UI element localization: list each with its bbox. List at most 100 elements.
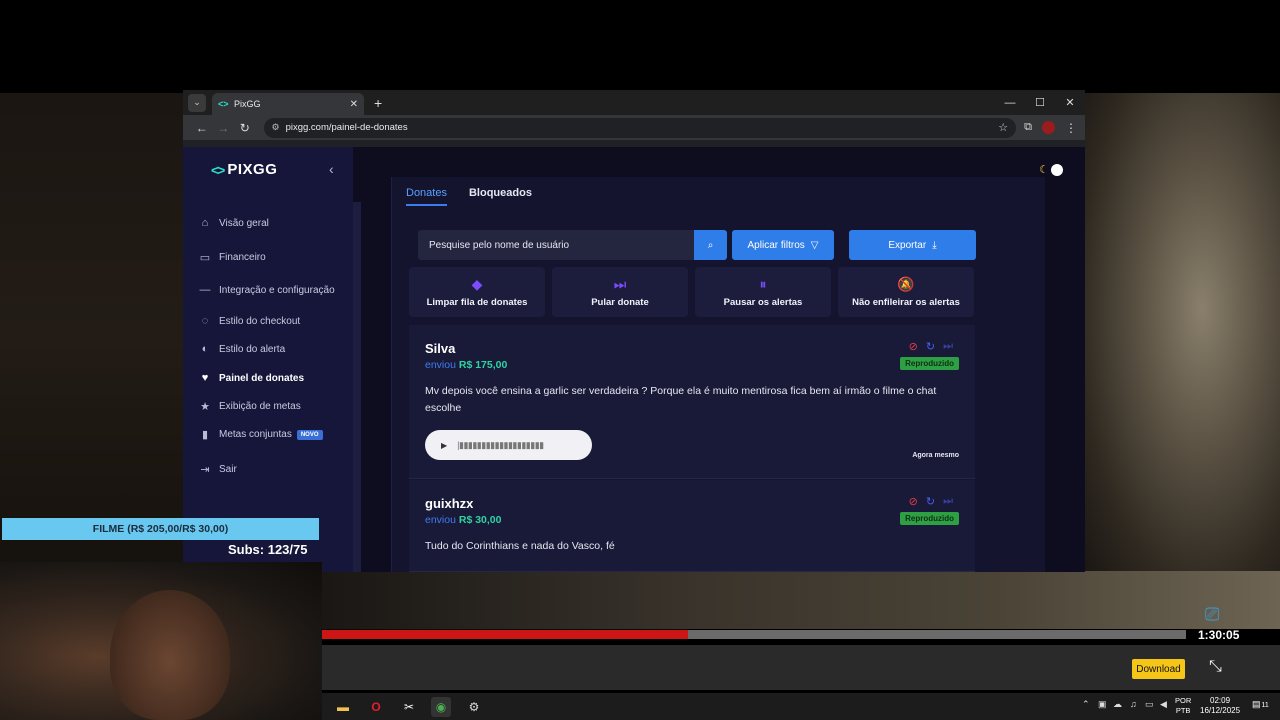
tab-donates[interactable]: Donates (406, 187, 447, 206)
language-indicator[interactable]: POR PTB (1175, 696, 1191, 716)
search-input[interactable]: Pesquise pelo nome de usuário (418, 230, 694, 260)
eraser-icon: ◆ (471, 275, 483, 292)
address-bar[interactable]: ⚙ pixgg.com/painel-de-donates ☆ (263, 117, 1017, 138)
pixgg-favicon-icon: <> (218, 99, 229, 109)
site-info-icon[interactable]: ⚙ (272, 122, 280, 133)
steam-icon[interactable]: ⚙ (464, 697, 484, 717)
replay-icon[interactable]: ↻ (926, 340, 935, 353)
export-label: Exportar (888, 239, 927, 251)
background-video-right (1085, 93, 1280, 573)
sidebar-item-estilo-checkout[interactable]: ◌ Estilo do checkout (198, 315, 300, 327)
donate-amount-line: enviou R$ 30,00 (425, 514, 502, 526)
goal-bar: FILME (R$ 205,00/R$ 30,00) (2, 518, 319, 540)
waveform-icon[interactable]: |▮▮▮▮▮▮▮▮▮▮▮▮▮▮▮▮▮▮▮ (457, 440, 544, 451)
sidebar-item-label: Visão geral (219, 217, 269, 229)
extensions-icon[interactable]: ⧉ (1024, 121, 1032, 134)
close-tab-icon[interactable]: ✕ (350, 99, 358, 110)
browser-menu-icon[interactable]: ⋮ (1065, 121, 1077, 135)
tab-bloqueados[interactable]: Bloqueados (469, 187, 532, 206)
browser-tab[interactable]: <> PixGG ✕ (212, 93, 364, 115)
moon-icon: ☾ (1039, 164, 1049, 176)
donate-verb: enviou (425, 514, 456, 526)
sidebar-item-integracao[interactable]: — Integração e configuração (198, 284, 335, 296)
donate-card: guixhzx enviou R$ 30,00 ⊘ ↻ ⏭ Reproduzid… (409, 480, 975, 572)
block-icon[interactable]: ⊘ (909, 340, 918, 353)
close-window-button[interactable]: ✕ (1055, 90, 1085, 115)
onedrive-icon[interactable]: ☁ (1113, 699, 1122, 710)
browser-toolbar: ← → ↻ ⚙ pixgg.com/painel-de-donates ☆ ⧉ … (183, 115, 1085, 140)
pixgg-logo[interactable]: <> PIXGG (211, 161, 277, 178)
chrome-icon[interactable]: ◉ (431, 697, 451, 717)
sidebar-item-visao-geral[interactable]: ⌂ Visão geral (198, 217, 269, 229)
filter-icon: ▽ (810, 239, 819, 251)
bookmark-star-icon[interactable]: ☆ (998, 121, 1008, 134)
play-icon[interactable]: ▶ (441, 441, 447, 450)
screen: ⌄ <> PixGG ✕ + — ☐ ✕ ← → ↻ ⚙ pixgg.com/p… (0, 0, 1280, 720)
lang-line2: PTB (1175, 706, 1191, 715)
logout-icon: ⇥ (200, 464, 210, 476)
notification-icon[interactable]: ▤11 (1252, 699, 1269, 710)
background-video-left (0, 93, 183, 573)
volume-icon[interactable]: ◀ (1160, 699, 1167, 710)
home-icon: ⌂ (201, 217, 209, 229)
search-button[interactable]: ⌕ (694, 230, 727, 260)
download-button[interactable]: Download (1132, 659, 1185, 679)
network-icon[interactable]: ▭ (1145, 699, 1154, 710)
logo-text: PIXGG (227, 161, 278, 178)
collapse-sidebar-icon[interactable]: ‹ (329, 161, 334, 177)
reload-button[interactable]: ↻ (234, 121, 256, 135)
sidebar-item-estilo-alerta[interactable]: ◐ Estilo do alerta (198, 343, 285, 355)
file-explorer-icon[interactable]: ▬ (333, 697, 353, 717)
forward-button[interactable]: → (213, 121, 235, 135)
web-page: <> PIXGG ‹ ⌂ Visão geral ▭ Financeiro — … (183, 147, 1085, 572)
skip-small-icon[interactable]: ⏭ (943, 495, 953, 508)
status-badge: Reproduzido (900, 512, 959, 525)
new-badge: NOVO (296, 429, 323, 440)
tab-search-button[interactable]: ⌄ (188, 93, 206, 112)
donate-amount-line: enviou R$ 175,00 (425, 359, 507, 371)
bell-off-icon: 🔕 (897, 275, 915, 292)
sidebar-item-label: Exibição de metas (219, 401, 301, 412)
donate-card: Silva enviou R$ 175,00 ⊘ ↻ ⏭ Reproduzido… (409, 325, 975, 479)
exit-fullscreen-icon[interactable]: ⤡ (1209, 658, 1222, 676)
skip-small-icon[interactable]: ⏭ (943, 340, 953, 353)
donates-panel: Donates Bloqueados Pesquise pelo nome de… (391, 177, 1045, 572)
tray-app-icon[interactable]: ▣ (1098, 699, 1107, 710)
replay-icon[interactable]: ↻ (926, 495, 935, 508)
pause-alerts-button[interactable]: ⏸ Pausar os alertas (695, 267, 831, 317)
apply-filters-button[interactable]: Aplicar filtros ▽ (732, 230, 834, 260)
plug-icon: — (199, 284, 211, 296)
skip-donate-button[interactable]: ⏭ Pular donate (552, 267, 688, 317)
export-button[interactable]: Exportar ⤓ (849, 230, 976, 260)
donor-name: Silva (425, 341, 456, 356)
new-tab-button[interactable]: + (374, 95, 382, 111)
sidebar-item-sair[interactable]: ⇥ Sair (198, 463, 236, 476)
mic-icon[interactable]: ♫ (1130, 699, 1137, 709)
maximize-button[interactable]: ☐ (1025, 90, 1055, 115)
cast-icon[interactable]: ⎚ (1205, 604, 1219, 625)
chart-icon: ▮ (201, 429, 209, 441)
sidebar-item-exibicao-metas[interactable]: ★ Exibição de metas (198, 400, 301, 413)
no-queue-alerts-button[interactable]: 🔕 Não enfileirar os alertas (838, 267, 974, 317)
clear-queue-button[interactable]: ◆ Limpar fila de donates (409, 267, 545, 317)
subs-counter: Subs: 123/75 (228, 542, 308, 557)
sidebar-item-painel-donates[interactable]: ♥ Painel de donates (198, 372, 304, 384)
logo-mark-icon: <> (211, 161, 225, 178)
audio-player[interactable]: ▶ |▮▮▮▮▮▮▮▮▮▮▮▮▮▮▮▮▮▮▮ (425, 430, 592, 460)
donate-icon: ♥ (201, 372, 209, 384)
sidebar-item-financeiro[interactable]: ▭ Financeiro (198, 251, 266, 264)
tray-chevron-icon[interactable]: ⌃ (1082, 699, 1090, 710)
capcut-icon[interactable]: ✂ (399, 697, 419, 717)
system-clock[interactable]: 02:09 16/12/2025 (1200, 696, 1240, 716)
theme-toggle[interactable]: ☾ (1039, 163, 1063, 176)
minimize-button[interactable]: — (995, 90, 1025, 115)
sidebar-item-label: Integração e configuração (219, 284, 335, 296)
back-button[interactable]: ← (191, 121, 213, 135)
profile-avatar[interactable] (1042, 121, 1055, 134)
sidebar-item-metas-conjuntas[interactable]: ▮ Metas conjuntas NOVO (198, 428, 323, 441)
window-controls: — ☐ ✕ (995, 90, 1085, 115)
block-icon[interactable]: ⊘ (909, 495, 918, 508)
sidebar: <> PIXGG ‹ ⌂ Visão geral ▭ Financeiro — … (183, 147, 353, 572)
opera-icon[interactable]: O (366, 697, 386, 717)
tab-title: PixGG (234, 99, 261, 109)
